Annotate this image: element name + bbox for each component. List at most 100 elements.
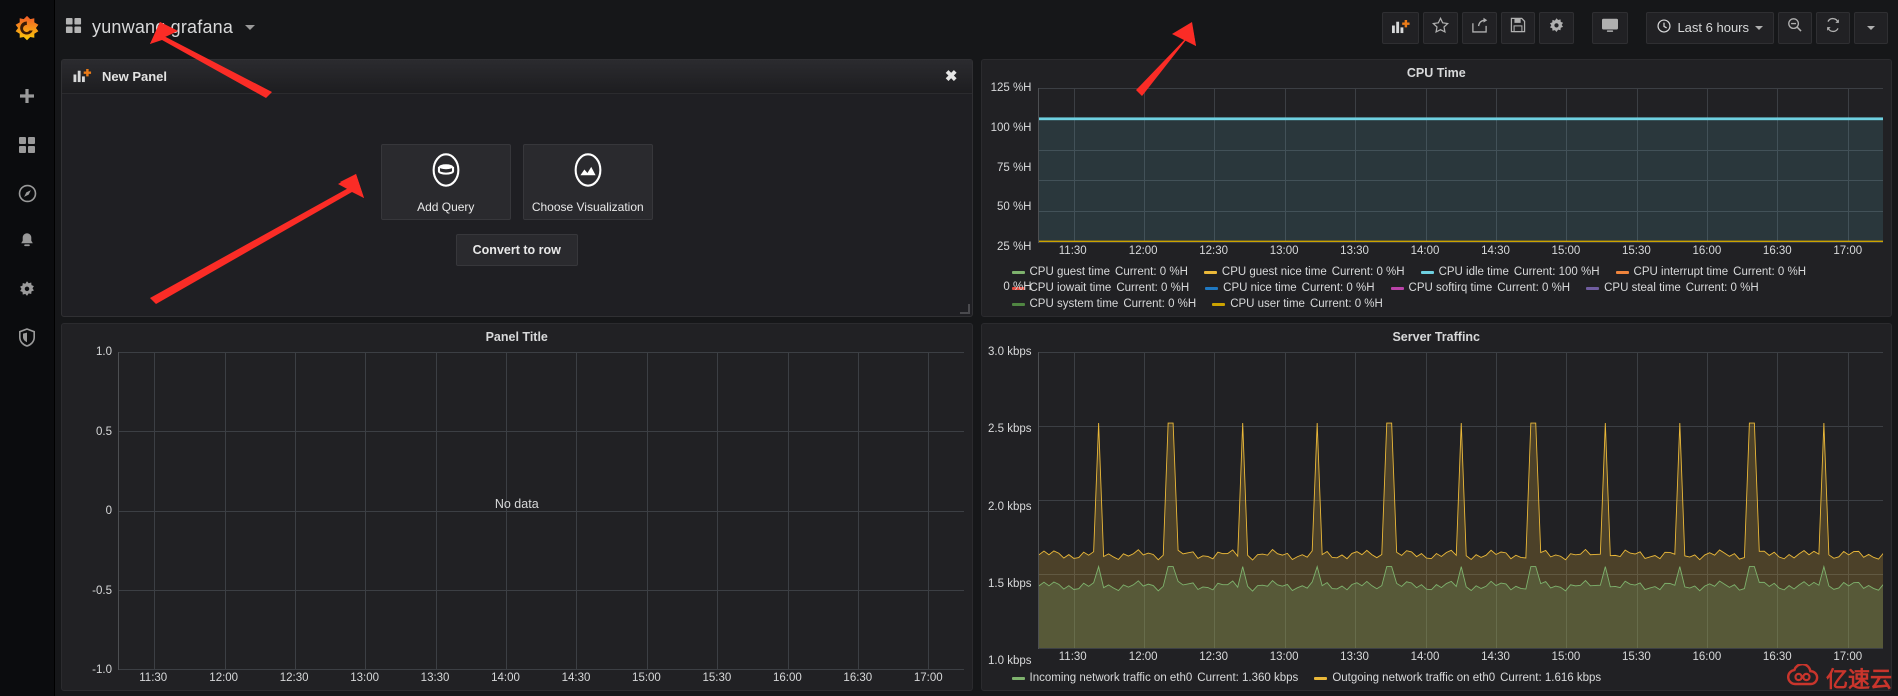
star-icon bbox=[1432, 16, 1450, 39]
legend-series-name[interactable]: CPU idle time bbox=[1439, 266, 1509, 278]
new-panel-choices: Add Query Choose Visualization bbox=[380, 144, 653, 220]
legend-series-name[interactable]: CPU interrupt time bbox=[1634, 266, 1729, 278]
dashboard-row-2: Panel Title -1.0 -0.5 0 0.5 1.0 11:30 12:00 12:… bbox=[61, 323, 1892, 691]
sidebar-item-server-admin[interactable] bbox=[0, 313, 55, 361]
tv-icon bbox=[1601, 17, 1619, 38]
sidebar-item-alerting[interactable] bbox=[0, 217, 55, 265]
legend-series-name[interactable]: CPU guest time bbox=[1030, 266, 1111, 278]
legend-series-value: Current: 0 %H bbox=[1733, 266, 1806, 278]
plot-canvas bbox=[1037, 88, 1883, 243]
legend-item[interactable]: CPU user time Current: 0 %H bbox=[1212, 298, 1383, 310]
legend-item[interactable]: CPU steal time Current: 0 %H bbox=[1586, 282, 1759, 294]
sidebar-item-configuration[interactable] bbox=[0, 265, 55, 313]
panel-title-generic: Panel Title bbox=[485, 330, 548, 344]
legend-item[interactable]: CPU idle time Current: 100 %H bbox=[1420, 266, 1600, 278]
legend-cpu-time: CPU guest time Current: 0 %H CPU guest nic… bbox=[982, 263, 1892, 316]
sidebar-item-dashboards[interactable] bbox=[0, 121, 55, 169]
legend-color-swatch bbox=[1011, 676, 1025, 680]
add-panel-icon bbox=[1391, 17, 1411, 39]
cycle-view-mode-button[interactable] bbox=[1592, 11, 1629, 44]
share-dashboard-button[interactable] bbox=[1462, 11, 1498, 44]
legend-color-swatch bbox=[1615, 270, 1629, 274]
save-icon bbox=[1510, 17, 1526, 38]
y-axis-tick: 0 %H bbox=[1003, 281, 1032, 293]
dashboard-breadcrumb[interactable]: yunwang grafana bbox=[65, 17, 256, 39]
close-icon[interactable]: ✖ bbox=[941, 67, 962, 86]
y-axis-tick: 1.5 kbps bbox=[988, 577, 1032, 590]
chart-panel-title[interactable]: -1.0 -0.5 0 0.5 1.0 11:30 12:00 12:30 13:00 13:30… bbox=[62, 346, 972, 690]
chart-cpu-time[interactable]: 0 %H 25 %H 50 %H 75 %H 100 %H 125 %H 11:30 12:0… bbox=[982, 82, 1892, 293]
legend-item[interactable]: CPU nice time Current: 0 %H bbox=[1205, 282, 1375, 294]
refresh-interval-dropdown[interactable] bbox=[1854, 11, 1888, 44]
legend-color-swatch bbox=[1314, 676, 1328, 680]
chevron-down-icon bbox=[1755, 25, 1763, 30]
panel-title-cpu-time: CPU Time bbox=[1406, 66, 1466, 80]
legend-series-name[interactable]: CPU iowait time bbox=[1030, 282, 1112, 294]
legend-item[interactable]: CPU iowait time Current: 0 %H bbox=[1011, 282, 1189, 294]
legend-series-name[interactable]: CPU user time bbox=[1230, 298, 1305, 310]
sidebar-item-create[interactable] bbox=[0, 73, 55, 121]
grafana-logo[interactable] bbox=[0, 0, 55, 55]
x-axis-tick: 17:00 bbox=[913, 672, 943, 684]
star-dashboard-button[interactable] bbox=[1423, 11, 1459, 44]
legend-series-name[interactable]: CPU steal time bbox=[1604, 282, 1681, 294]
x-axis-tick: 13:30 bbox=[420, 672, 450, 684]
y-axis-tick: 75 %H bbox=[996, 161, 1032, 174]
refresh-dashboard-button[interactable] bbox=[1816, 11, 1850, 44]
y-axis: 0 %H 25 %H 50 %H 75 %H 100 %H 125 %H bbox=[982, 82, 1038, 293]
zoom-out-time-button[interactable] bbox=[1778, 11, 1812, 44]
sidebar-item-explore[interactable] bbox=[0, 169, 55, 217]
clock-icon bbox=[1657, 19, 1672, 36]
x-axis-tick: 14:00 bbox=[1410, 651, 1440, 663]
legend-rows-cpu-time: CPU guest time Current: 0 %H CPU guest nic… bbox=[1011, 266, 1878, 310]
x-axis-tick: 13:00 bbox=[350, 672, 379, 684]
x-axis-tick: 17:00 bbox=[1833, 245, 1863, 257]
legend-series-name[interactable]: CPU system time bbox=[1030, 298, 1119, 310]
legend-item[interactable]: Outgoing network traffic on eth0 Current:… bbox=[1314, 672, 1601, 684]
x-axis-tick: 12:30 bbox=[1199, 245, 1229, 257]
dashboard-settings-button[interactable] bbox=[1539, 11, 1575, 44]
legend-item[interactable]: Incoming network traffic on eth0 Current:… bbox=[1011, 672, 1298, 684]
dashboard-row-1: New Panel ✖ Add Query Choose Visualizati… bbox=[61, 59, 1892, 317]
x-axis-tick: 16:00 bbox=[772, 672, 802, 684]
x-axis-tick: 12:30 bbox=[279, 672, 309, 684]
legend-series-value: Current: 0 %H bbox=[1309, 298, 1383, 310]
legend-item[interactable]: CPU guest time Current: 0 %H bbox=[1011, 266, 1188, 278]
legend-item[interactable]: CPU system time Current: 0 %H bbox=[1011, 298, 1196, 310]
time-range-picker[interactable]: Last 6 hours bbox=[1646, 11, 1774, 44]
legend-series-name[interactable]: CPU softirq time bbox=[1409, 282, 1493, 294]
x-axis-tick: 13:00 bbox=[1269, 651, 1299, 663]
legend-item[interactable]: CPU interrupt time Current: 0 %H bbox=[1615, 266, 1806, 278]
gridline-horizontal bbox=[119, 431, 964, 433]
y-axis-tick: 0.5 bbox=[96, 425, 112, 438]
legend-item[interactable]: CPU softirq time Current: 0 %H bbox=[1390, 282, 1571, 294]
legend-series-value: Current: 1.616 kbps bbox=[1500, 672, 1602, 684]
plot-area-server-traffic: 1.0 kbps 1.5 kbps 2.0 kbps 2.5 kbps 3.0 kbps… bbox=[982, 346, 1892, 669]
legend-series-name[interactable]: Incoming network traffic on eth0 bbox=[1030, 672, 1193, 684]
convert-to-row-button[interactable]: Convert to row bbox=[455, 234, 578, 266]
plus-icon bbox=[18, 88, 36, 106]
legend-series-name[interactable]: Outgoing network traffic on eth0 bbox=[1332, 672, 1495, 684]
y-axis-tick: -0.5 bbox=[92, 584, 112, 597]
chevron-down-icon[interactable] bbox=[245, 25, 256, 30]
add-query-button[interactable]: Add Query bbox=[380, 144, 511, 220]
save-dashboard-button[interactable] bbox=[1501, 11, 1536, 44]
add-panel-button[interactable] bbox=[1382, 11, 1420, 44]
x-axis-tick: 11:30 bbox=[1058, 651, 1087, 663]
panel-resize-handle[interactable] bbox=[959, 304, 970, 314]
legend-item[interactable]: CPU guest nice time Current: 0 %H bbox=[1203, 266, 1405, 278]
x-axis-tick: 12:00 bbox=[1128, 651, 1158, 663]
legend-series-name[interactable]: CPU nice time bbox=[1223, 282, 1297, 294]
choose-visualization-button[interactable]: Choose Visualization bbox=[522, 144, 653, 220]
legend-series-value: Current: 0 %H bbox=[1497, 282, 1571, 294]
x-axis-tick: 15:00 bbox=[1551, 651, 1581, 663]
x-axis-tick: 14:30 bbox=[561, 672, 591, 684]
time-range-label: Last 6 hours bbox=[1677, 20, 1749, 35]
chart-server-traffic[interactable]: 1.0 kbps 1.5 kbps 2.0 kbps 2.5 kbps 3.0 kbps… bbox=[982, 346, 1892, 669]
x-axis-tick: 14:30 bbox=[1481, 245, 1510, 257]
y-axis-tick: 50 %H bbox=[996, 201, 1032, 214]
legend-series-name[interactable]: CPU guest nice time bbox=[1222, 266, 1327, 278]
legend-series-value: Current: 100 %H bbox=[1513, 266, 1600, 278]
x-axis-tick: 12:30 bbox=[1199, 651, 1229, 663]
chevron-down-icon bbox=[1867, 25, 1875, 30]
